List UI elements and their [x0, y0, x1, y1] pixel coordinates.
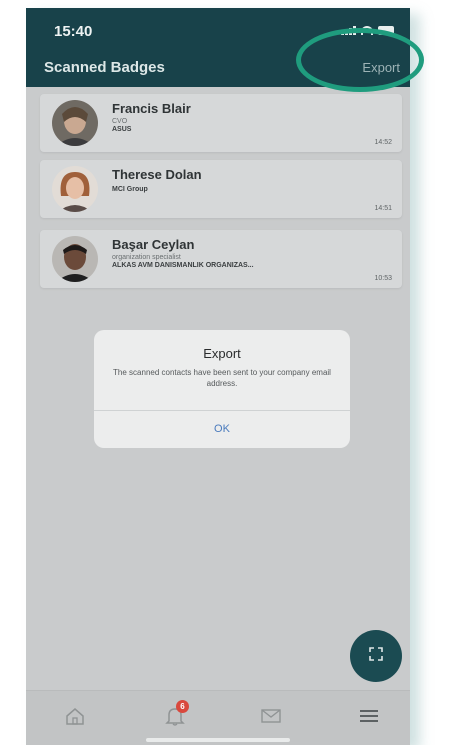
- nav-messages[interactable]: [256, 703, 286, 733]
- dialog-ok-button[interactable]: OK: [94, 410, 350, 448]
- scan-time: 14:52: [374, 139, 392, 146]
- contact-card[interactable]: Therese Dolan MCI Group 14:51: [40, 160, 402, 218]
- contact-card[interactable]: Başar Ceylan organization specialist ALK…: [40, 230, 402, 288]
- phone-screen: 15:40 Scanned Badges Export Francis Blai…: [26, 8, 410, 745]
- nav-menu[interactable]: [354, 703, 384, 733]
- avatar: [52, 100, 98, 146]
- nav-home[interactable]: [60, 703, 90, 733]
- contact-card[interactable]: Francis Blair CVO ASUS 14:52: [40, 94, 402, 152]
- nav-notifications[interactable]: 6: [160, 700, 190, 733]
- avatar: [52, 236, 98, 282]
- menu-icon: [359, 709, 379, 728]
- mail-icon: [260, 708, 282, 729]
- scan-frame-icon: [368, 646, 384, 667]
- contact-company: MCI Group: [112, 186, 148, 193]
- contact-role: CVO: [112, 118, 128, 125]
- contact-company: ASUS: [112, 126, 132, 133]
- avatar: [52, 166, 98, 212]
- status-time: 15:40: [54, 23, 93, 40]
- contact-name: Francis Blair: [112, 101, 191, 116]
- contact-role: organization specialist: [112, 254, 181, 261]
- contact-company: ALKAS AVM DANISMANLIK ORGANIZAS...: [112, 262, 254, 269]
- scan-time: 10:53: [374, 275, 392, 282]
- scan-time: 14:51: [374, 205, 392, 212]
- contact-name: Başar Ceylan: [112, 237, 195, 252]
- notification-badge: 6: [176, 700, 189, 713]
- dialog-message: The scanned contacts have been sent to y…: [113, 368, 331, 388]
- home-icon: [64, 706, 86, 731]
- page-title: Scanned Badges: [44, 59, 165, 76]
- contact-name: Therese Dolan: [112, 167, 202, 182]
- dialog-title: Export: [203, 346, 241, 361]
- highlight-ring: [296, 28, 424, 92]
- scan-badge-button[interactable]: [350, 630, 402, 682]
- bottom-navigation: 6: [26, 690, 410, 745]
- home-indicator: [146, 738, 290, 742]
- export-dialog: Export The scanned contacts have been se…: [94, 330, 350, 448]
